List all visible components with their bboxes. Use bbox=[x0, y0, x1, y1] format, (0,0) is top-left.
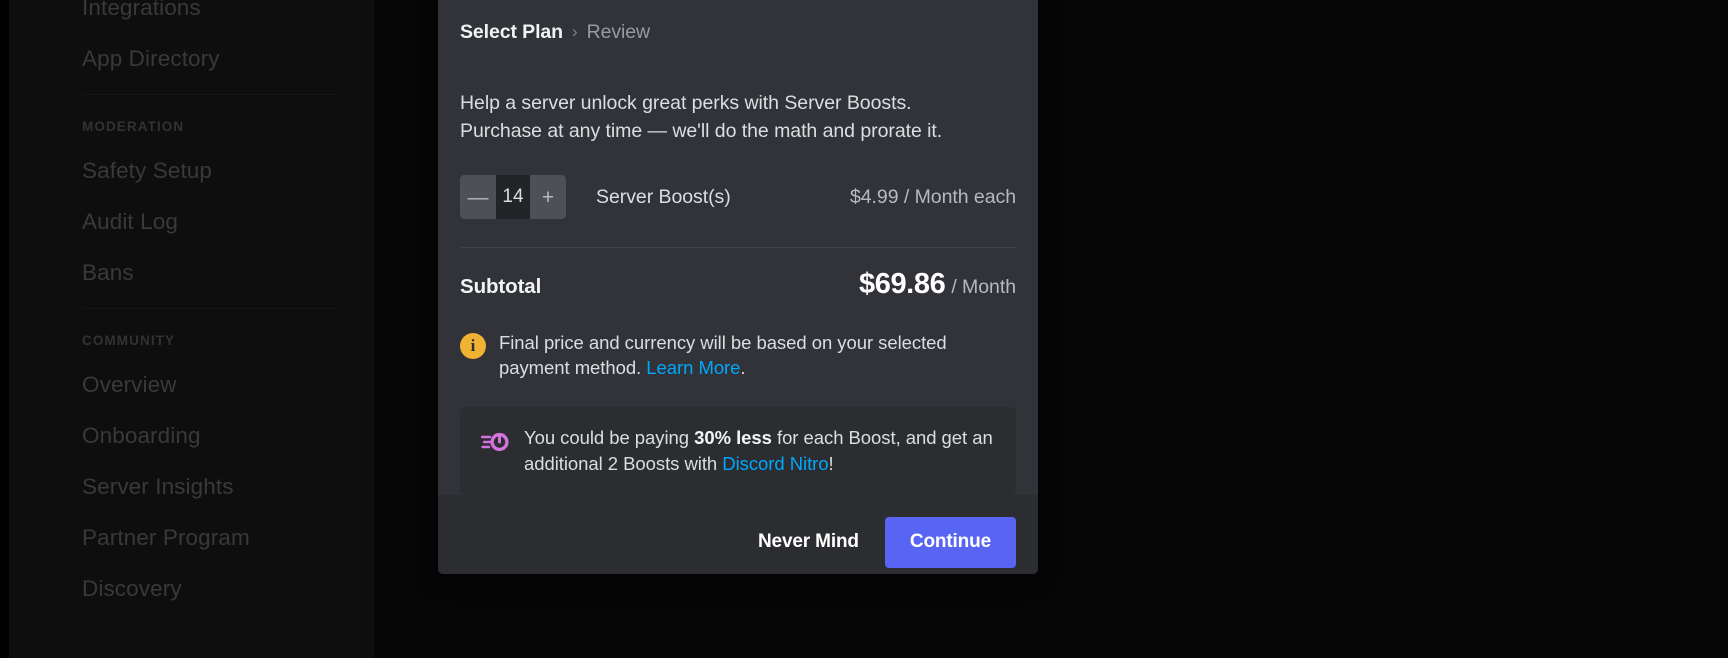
description-line-2: Purchase at any time — we'll do the math… bbox=[460, 118, 1016, 146]
breadcrumb: Select Plan › Review bbox=[460, 0, 1016, 47]
description-line-1: Help a server unlock great perks with Se… bbox=[460, 90, 1016, 118]
sidebar-section-header: COMMUNITY bbox=[82, 313, 352, 359]
sidebar-item-server-insights[interactable]: Server Insights bbox=[82, 461, 352, 512]
increment-button[interactable]: + bbox=[530, 175, 566, 219]
chevron-right-icon: › bbox=[572, 23, 578, 40]
info-icon-glyph: i bbox=[471, 337, 476, 354]
modal-description: Help a server unlock great perks with Se… bbox=[460, 90, 1016, 145]
sidebar-item-discovery[interactable]: Discovery bbox=[82, 563, 352, 614]
server-boost-purchase-modal: Select Plan › Review Help a server unloc… bbox=[438, 0, 1038, 574]
subtotal-amount: $69.86 bbox=[859, 268, 945, 301]
never-mind-button[interactable]: Never Mind bbox=[740, 523, 877, 561]
sidebar-item-bans[interactable]: Bans bbox=[82, 247, 352, 298]
nitro-promo-text: You could be paying 30% less for each Bo… bbox=[524, 425, 996, 476]
quantity-value[interactable]: 14 bbox=[496, 175, 530, 219]
discord-nitro-link[interactable]: Discord Nitro bbox=[722, 453, 828, 474]
sidebar-item-overview[interactable]: Overview bbox=[82, 359, 352, 410]
subtotal-label: Subtotal bbox=[460, 275, 541, 299]
section-divider bbox=[460, 247, 1016, 248]
settings-sidebar: IntegrationsApp Directory MODERATIONSafet… bbox=[0, 0, 374, 658]
subtotal-amount-group: $69.86 / Month bbox=[859, 268, 1016, 301]
nitro-boost-icon bbox=[480, 429, 510, 455]
sidebar-item-app-directory[interactable]: App Directory bbox=[82, 33, 352, 84]
modal-body: Select Plan › Review Help a server unloc… bbox=[438, 0, 1038, 495]
nitro-discount-bold: 30% less bbox=[694, 427, 772, 448]
subtotal-period: / Month bbox=[951, 276, 1016, 299]
info-circle-icon: i bbox=[460, 333, 486, 359]
sidebar-item-audit-log[interactable]: Audit Log bbox=[82, 196, 352, 247]
unit-price-label: $4.99 / Month each bbox=[850, 186, 1016, 209]
info-text-after: . bbox=[740, 357, 745, 378]
modal-footer: Never Mind Continue bbox=[438, 495, 1038, 574]
sidebar-item-partner-program[interactable]: Partner Program bbox=[82, 512, 352, 563]
sidebar-item-safety-setup[interactable]: Safety Setup bbox=[82, 145, 352, 196]
quantity-row: — 14 + Server Boost(s) $4.99 / Month eac… bbox=[460, 175, 1016, 219]
nitro-text-1: You could be paying bbox=[524, 427, 694, 448]
subtotal-row: Subtotal $69.86 / Month bbox=[460, 268, 1016, 304]
sidebar-item-onboarding[interactable]: Onboarding bbox=[82, 410, 352, 461]
quantity-unit-label: Server Boost(s) bbox=[596, 186, 731, 209]
left-gutter bbox=[0, 0, 9, 658]
breadcrumb-step-select-plan[interactable]: Select Plan bbox=[460, 21, 563, 44]
settings-sidebar-list: IntegrationsApp Directory MODERATIONSafet… bbox=[82, 0, 352, 614]
currency-info-text: Final price and currency will be based o… bbox=[499, 330, 999, 380]
decrement-button[interactable]: — bbox=[460, 175, 496, 219]
nitro-text-3: ! bbox=[829, 453, 834, 474]
app-screen: IntegrationsApp Directory MODERATIONSafet… bbox=[0, 0, 1728, 658]
sidebar-divider bbox=[82, 308, 336, 309]
nitro-promo-box: You could be paying 30% less for each Bo… bbox=[460, 407, 1016, 495]
currency-info-note: i Final price and currency will be based… bbox=[460, 330, 1016, 380]
continue-button[interactable]: Continue bbox=[885, 517, 1016, 568]
breadcrumb-step-review[interactable]: Review bbox=[587, 21, 650, 44]
sidebar-section-header: MODERATION bbox=[82, 99, 352, 145]
sidebar-item-integrations[interactable]: Integrations bbox=[82, 0, 352, 33]
sidebar-divider bbox=[82, 94, 336, 95]
learn-more-link[interactable]: Learn More bbox=[646, 357, 740, 378]
quantity-stepper[interactable]: — 14 + bbox=[460, 175, 566, 219]
